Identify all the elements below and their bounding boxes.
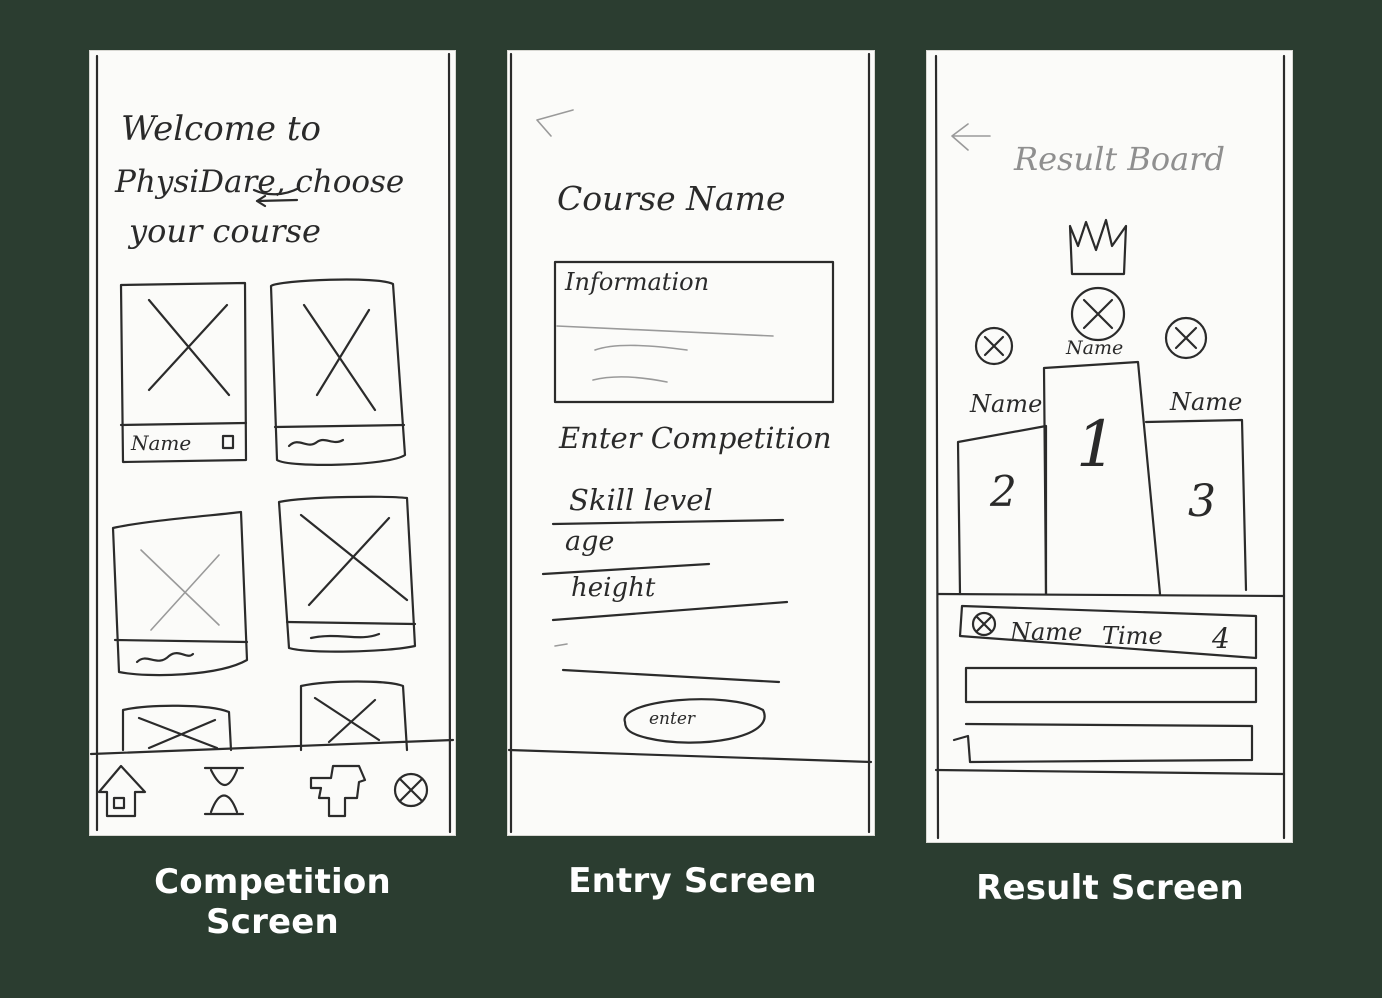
welcome-line-3: your course xyxy=(127,212,321,250)
first-place-name: Name xyxy=(1065,337,1123,359)
height-field[interactable]: height xyxy=(551,573,789,622)
competition-screen-sketch: Welcome to PhysiDare, choose your course… xyxy=(89,50,456,836)
row-time: Time xyxy=(1102,622,1163,650)
third-place-name: Name xyxy=(1169,388,1242,416)
course-name-title: Course Name xyxy=(557,179,785,218)
entry-screen-caption: Entry Screen xyxy=(568,861,817,901)
back-arrow-icon[interactable] xyxy=(536,109,574,137)
information-box: Information xyxy=(553,260,835,404)
podium-divider xyxy=(936,592,1286,598)
skill-level-field[interactable]: Skill level xyxy=(551,483,785,526)
skill-level-label: Skill level xyxy=(569,483,713,517)
welcome-line-1: Welcome to xyxy=(121,109,321,149)
extra-field-line xyxy=(561,668,781,684)
entry-sketch-drawing: Course Name Information Enter Competitio… xyxy=(507,52,873,834)
height-label: height xyxy=(571,573,656,603)
bottom-divider xyxy=(934,768,1286,776)
home-icon[interactable] xyxy=(97,764,147,818)
third-place-avatar[interactable] xyxy=(1164,316,1208,360)
course-card-3[interactable] xyxy=(111,510,249,677)
card-1-name: Name xyxy=(130,431,191,455)
course-card-2[interactable] xyxy=(269,278,407,466)
avatar-placeholder-icon[interactable] xyxy=(393,772,429,808)
age-label: age xyxy=(565,526,614,557)
result-sketch-drawing: Result Board Name Name Name 2 1 3 Name T… xyxy=(934,54,1286,840)
result-screen-sketch: Result Board Name Name Name 2 1 3 Name T… xyxy=(926,50,1293,843)
row-rank: 4 xyxy=(1211,622,1230,655)
second-place-avatar[interactable] xyxy=(974,326,1014,366)
course-card-1[interactable]: Name xyxy=(119,281,248,464)
hourglass-icon[interactable] xyxy=(203,766,245,816)
second-place-name: Name xyxy=(969,390,1042,418)
course-card-4[interactable] xyxy=(277,495,417,653)
crown-icon xyxy=(1068,218,1128,276)
leaderboard-row-5[interactable] xyxy=(964,666,1258,704)
row-name: Name xyxy=(1009,618,1082,646)
enter-button[interactable]: enter xyxy=(623,698,766,744)
competition-sketch-drawing: Welcome to PhysiDare, choose your course… xyxy=(89,52,455,834)
information-label: Information xyxy=(564,268,709,296)
bottom-divider xyxy=(507,748,873,764)
result-screen-caption: Result Screen xyxy=(976,868,1244,908)
enter-button-label: enter xyxy=(649,709,696,729)
leaderboard-row-6[interactable] xyxy=(952,722,1254,764)
entry-screen-sketch: Course Name Information Enter Competitio… xyxy=(507,50,875,836)
competition-screen-caption: Competition Screen xyxy=(140,862,405,942)
second-place-rank: 2 xyxy=(989,467,1017,516)
third-place-rank: 3 xyxy=(1188,476,1216,527)
caption-line-1: Competition xyxy=(154,862,391,902)
puzzle-icon[interactable] xyxy=(309,764,367,818)
first-place-rank: 1 xyxy=(1076,408,1117,482)
welcome-line-2: PhysiDare, choose xyxy=(114,164,404,200)
first-place-avatar[interactable] xyxy=(1070,286,1126,342)
result-board-title: Result Board xyxy=(1013,140,1225,178)
age-field[interactable]: age xyxy=(541,526,711,576)
enter-competition-label: Enter Competition xyxy=(558,421,832,455)
back-arrow-icon[interactable] xyxy=(951,123,991,151)
bottom-nav-divider xyxy=(89,738,455,756)
leaderboard-row-4[interactable]: Name Time 4 xyxy=(958,604,1258,660)
checkbox-icon[interactable] xyxy=(221,434,235,450)
caption-line-2: Screen xyxy=(206,902,339,942)
row-avatar-icon xyxy=(971,611,997,637)
